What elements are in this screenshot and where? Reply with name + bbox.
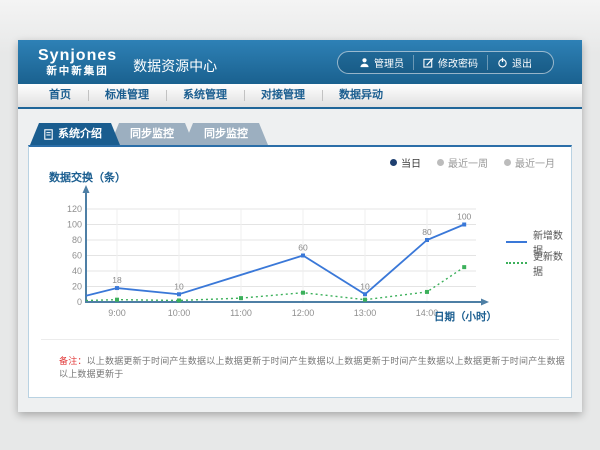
radio-dot	[390, 159, 397, 166]
legend-line-solid	[506, 241, 527, 243]
brand-logo: Synjones 新中新集团	[38, 47, 117, 77]
svg-text:100: 100	[457, 212, 471, 222]
tab-system-intro[interactable]: 系统介绍	[30, 123, 120, 145]
svg-text:40: 40	[72, 266, 82, 276]
footnote-prefix: 备注：	[59, 356, 87, 366]
tab-label: 同步监控	[204, 123, 248, 145]
nav-item-standard-mgmt[interactable]: 标准管理	[88, 83, 166, 108]
radio-label: 最近一周	[448, 155, 488, 170]
user-icon	[359, 57, 370, 68]
svg-text:80: 80	[422, 227, 432, 237]
chart-legend: 新增数据 更新数据	[506, 231, 571, 273]
user-menu: 管理员 修改密码 退出	[337, 51, 554, 74]
svg-text:10: 10	[174, 281, 184, 291]
nav-item-docking-mgmt[interactable]: 对接管理	[244, 83, 322, 108]
nav-item-system-mgmt[interactable]: 系统管理	[166, 83, 244, 108]
chart-panel: 当日 最近一周 最近一月 数据交换（条） 0 20 40 60 80 100 120 9:00…	[28, 145, 572, 398]
radio-dot	[437, 159, 444, 166]
tab-label: 系统介绍	[58, 123, 102, 145]
logout-button[interactable]: 退出	[487, 55, 541, 70]
nav-item-data-change[interactable]: 数据异动	[322, 83, 400, 108]
app-title: 数据资源中心	[133, 56, 217, 76]
legend-line-dotted	[506, 262, 527, 264]
tab-bar: 系统介绍 同步监控 同步监控	[30, 123, 572, 145]
user-label: 管理员	[374, 55, 404, 70]
legend-item-update-data: 更新数据	[506, 252, 571, 273]
tab-sync-monitor-2[interactable]: 同步监控	[184, 123, 268, 145]
svg-text:20: 20	[72, 282, 82, 292]
svg-text:9:00: 9:00	[108, 308, 126, 318]
svg-text:60: 60	[298, 243, 308, 253]
user-button[interactable]: 管理员	[350, 55, 413, 70]
brand-company: 新中新集团	[38, 66, 117, 78]
legend-label: 更新数据	[533, 248, 571, 278]
svg-text:12:00: 12:00	[292, 308, 315, 318]
logout-label: 退出	[512, 55, 532, 70]
svg-text:10:00: 10:00	[168, 308, 191, 318]
document-icon	[44, 129, 53, 140]
nav-item-home[interactable]: 首页	[32, 83, 88, 108]
x-axis-title: 日期（小时）	[434, 309, 497, 324]
footnote-text: 以上数据更新于时间产生数据以上数据更新于时间产生数据以上数据更新于时间产生数据以…	[59, 356, 565, 379]
footnote: 备注：以上数据更新于时间产生数据以上数据更新于时间产生数据以上数据更新于时间产生…	[59, 354, 571, 380]
radio-last-month[interactable]: 最近一月	[504, 155, 555, 170]
radio-label: 当日	[401, 155, 421, 170]
svg-text:0: 0	[77, 297, 82, 307]
app-window: Synjones 新中新集团 数据资源中心 管理员 修改密码	[18, 40, 582, 412]
y-axis-title: 数据交换（条）	[49, 169, 126, 185]
change-password-button[interactable]: 修改密码	[413, 55, 487, 70]
tab-label: 同步监控	[130, 123, 174, 145]
svg-text:100: 100	[67, 220, 82, 230]
brand-name: Synjones	[38, 47, 117, 65]
radio-last-week[interactable]: 最近一周	[437, 155, 488, 170]
svg-text:10: 10	[360, 281, 370, 291]
svg-text:13:00: 13:00	[354, 308, 377, 318]
time-range-filter: 当日 最近一周 最近一月	[390, 155, 555, 170]
tab-sync-monitor-1[interactable]: 同步监控	[110, 123, 194, 145]
radio-dot	[504, 159, 511, 166]
radio-label: 最近一月	[515, 155, 555, 170]
edit-icon	[423, 57, 434, 68]
content-area: 系统介绍 同步监控 同步监控 当日 最近一周	[18, 109, 582, 410]
svg-text:18: 18	[112, 275, 122, 285]
svg-text:60: 60	[72, 251, 82, 261]
power-icon	[497, 57, 508, 68]
svg-text:11:00: 11:00	[230, 308, 252, 318]
svg-text:80: 80	[72, 235, 82, 245]
svg-text:120: 120	[67, 204, 82, 214]
main-nav: 首页 标准管理 系统管理 对接管理 数据异动	[18, 84, 582, 109]
radio-today[interactable]: 当日	[390, 155, 421, 170]
panel-divider	[41, 339, 559, 340]
app-header: Synjones 新中新集团 数据资源中心 管理员 修改密码	[18, 40, 582, 84]
change-password-label: 修改密码	[438, 55, 478, 70]
